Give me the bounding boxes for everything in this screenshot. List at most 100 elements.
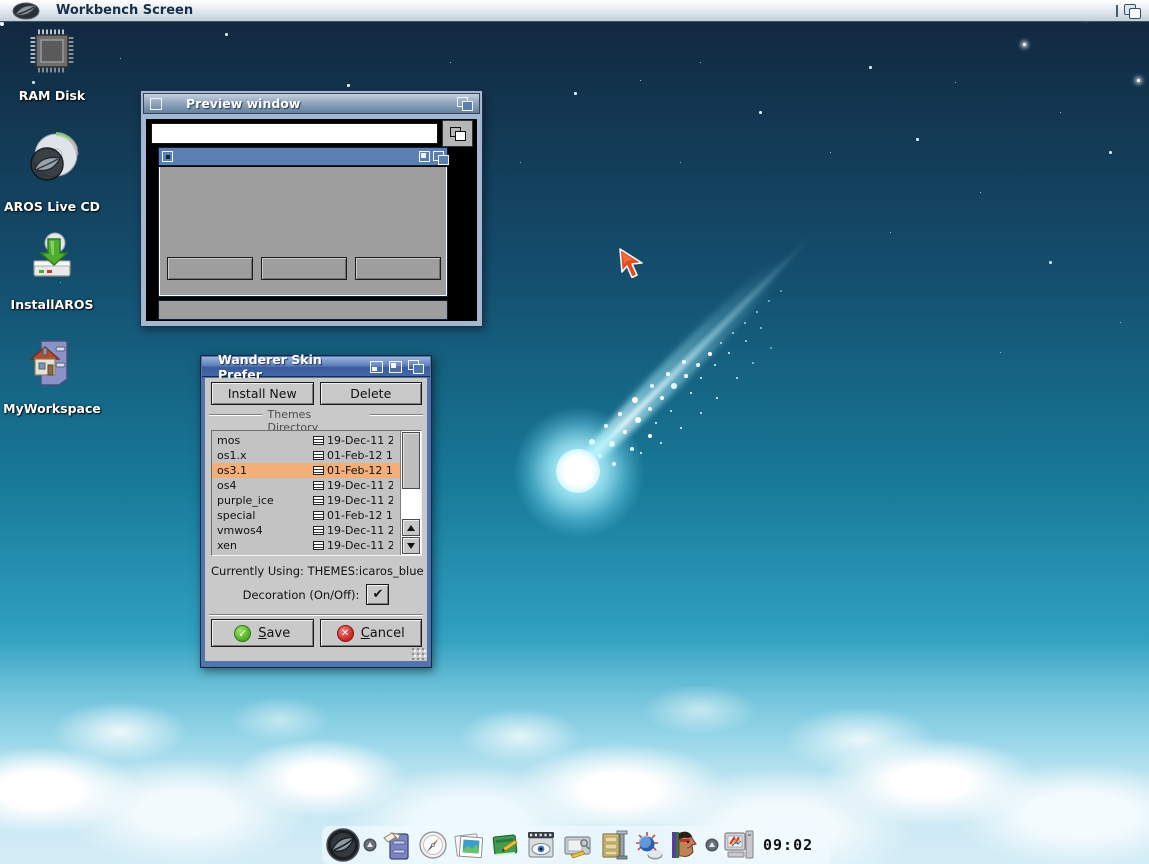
screen-titlebar[interactable]: Workbench Screen [0, 0, 1149, 22]
drawer-icon [313, 496, 324, 505]
desktop-icon-label: AROS Live CD [0, 199, 104, 214]
dock-item-amibridge[interactable] [721, 827, 757, 863]
desktop-icon-label: MyWorkspace [0, 401, 104, 416]
eye-film-icon [524, 828, 558, 862]
theme-date: 01-Feb-12 1 [327, 464, 393, 477]
drawer-icon [313, 541, 324, 550]
theme-date: 01-Feb-12 1 [327, 449, 393, 462]
compass-icon [417, 828, 449, 862]
screen-depth-gadget[interactable] [1124, 4, 1141, 18]
window-title: Wanderer Skin Prefer [208, 352, 364, 382]
dock-item-editor[interactable] [487, 827, 523, 863]
themes-directory-group: Themes Directory [209, 408, 423, 422]
amiga-monitor-icon [722, 828, 756, 862]
theme-name: os4 [217, 479, 313, 492]
desktop-icon-aros-live-cd[interactable]: AROS Live CD [0, 131, 104, 214]
currently-using-value: THEMES:icaros_blue [308, 564, 424, 578]
dock-item-prefs[interactable] [631, 827, 667, 863]
scrollbar-track[interactable] [401, 490, 421, 519]
close-gadget-icon[interactable] [150, 98, 162, 110]
preview-window-titlebar[interactable]: Preview window [143, 93, 480, 114]
cancel-label: Cancel [361, 626, 405, 641]
zoom-gadget-icon[interactable] [389, 361, 402, 373]
drawer-house-icon [27, 333, 77, 387]
theme-row[interactable]: os4 19-Dec-11 2 [212, 478, 400, 493]
green-book-pencil-icon [489, 828, 521, 862]
depth-gadget-icon[interactable] [457, 97, 473, 110]
theme-name: xen [217, 539, 313, 552]
checkmark-icon: ✔ [372, 587, 383, 602]
desktop-icon-ram-disk[interactable]: RAM Disk [0, 28, 104, 103]
dock-clock[interactable]: 09:02 [763, 836, 813, 854]
aros-desktop: Workbench Screen RAM Disk AROS Live CD [0, 0, 1149, 864]
depth-gadget-icon [433, 151, 444, 162]
wanderer-skin-prefs-window: Wanderer Skin Prefer Install New Delete … [200, 355, 432, 668]
preview-sample-body [159, 167, 447, 296]
indian-head-icon [670, 828, 700, 862]
depth-gadget-icon[interactable] [408, 360, 424, 373]
desktop-icon-label: RAM Disk [0, 88, 104, 103]
theme-name: os3.1 [217, 464, 313, 477]
scroll-up-button[interactable] [402, 519, 420, 536]
theme-row[interactable]: vmwos4 19-Dec-11 2 [212, 523, 400, 538]
theme-preview-area [146, 119, 477, 321]
file-cabinet-book-icon [381, 828, 413, 862]
themes-list: mos 19-Dec-11 2 os1.x 01-Feb-12 1 os3.1 … [211, 430, 422, 556]
themes-list-rows: mos 19-Dec-11 2 os1.x 01-Feb-12 1 os3.1 … [212, 431, 400, 555]
currently-using-label: Currently Using: [211, 564, 304, 578]
cd-with-leaf-icon [23, 131, 81, 185]
desktop-icon-installaros[interactable]: InstallAROS [0, 231, 104, 312]
comet-sparkles-small [0, 22, 2, 24]
theme-row[interactable]: purple_ice 19-Dec-11 2 [212, 493, 400, 508]
theme-name: mos [217, 434, 313, 447]
delete-button[interactable]: Delete [320, 382, 423, 405]
dock-item-image-viewer[interactable] [451, 827, 487, 863]
drawer-icon [313, 436, 324, 445]
currently-using-line: Currently Using: THEMES:icaros_blue [211, 564, 424, 578]
theme-row[interactable]: xen 19-Dec-11 2 [212, 538, 400, 553]
save-button[interactable]: ✓ Save [211, 619, 314, 647]
dock-item-subdock-toggle[interactable] [361, 827, 379, 863]
screen-title: Workbench Screen [56, 3, 193, 18]
theme-date: 19-Dec-11 2 [327, 524, 393, 537]
theme-date: 19-Dec-11 2 [327, 494, 393, 507]
theme-row[interactable]: mos 19-Dec-11 2 [212, 433, 400, 448]
preview-sample-button [355, 257, 441, 280]
drawer-icon [313, 451, 324, 460]
resize-grip[interactable] [411, 647, 426, 660]
dock-item-screen-grabber[interactable] [559, 827, 595, 863]
preview-sample-titlebar [159, 148, 447, 166]
desktop-icon-myworkspace[interactable]: MyWorkspace [0, 333, 104, 416]
drive-install-arrow-icon [27, 231, 77, 283]
dock-item-paint[interactable] [667, 827, 703, 863]
dock-item-media-viewer[interactable] [523, 827, 559, 863]
subdock-arrow-icon [363, 838, 377, 852]
scrollbar-knob[interactable] [402, 432, 420, 489]
theme-row[interactable]: special 01-Feb-12 1 [212, 508, 400, 523]
close-gadget-icon [162, 151, 173, 162]
dock-item-subdock-toggle-2[interactable] [703, 827, 721, 863]
photos-icon [453, 828, 485, 862]
iconify-gadget-icon[interactable] [370, 361, 383, 373]
cancel-button[interactable]: ✕ Cancel [320, 619, 423, 647]
prefs-window-titlebar[interactable]: Wanderer Skin Prefer [202, 357, 430, 377]
scroll-down-button[interactable] [402, 537, 420, 554]
aros-logo-icon [12, 2, 40, 20]
preview-sample-window [158, 147, 448, 297]
theme-date: 19-Dec-11 2 [327, 479, 393, 492]
dock-item-wanderer[interactable] [379, 827, 415, 863]
install-new-button[interactable]: Install New [211, 382, 314, 405]
decoration-checkbox[interactable]: ✔ [366, 584, 389, 605]
theme-row-selected[interactable]: os3.1 01-Feb-12 1 [212, 463, 400, 478]
prefs-window-body: Install New Delete Themes Directory mos … [205, 378, 427, 661]
dock-item-archiver[interactable] [595, 827, 631, 863]
dock-item-browser[interactable] [415, 827, 451, 863]
preview-sample-button [167, 257, 253, 280]
theme-row[interactable]: os1.x 01-Feb-12 1 [212, 448, 400, 463]
dock-item-aros-menu[interactable] [325, 827, 361, 863]
themes-scrollbar[interactable] [400, 431, 421, 555]
cabinet-clamp-icon [597, 828, 629, 862]
drawer-icon [313, 526, 324, 535]
subdock-arrow-icon [705, 838, 719, 852]
arrow-up-icon [407, 525, 415, 531]
